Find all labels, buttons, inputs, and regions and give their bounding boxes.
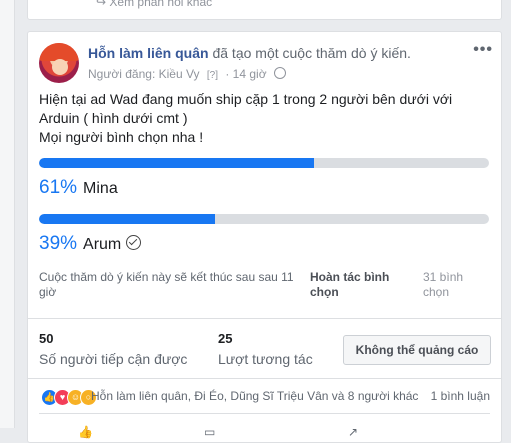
- divider: [39, 413, 490, 414]
- post-time[interactable]: 14 giờ: [233, 67, 267, 81]
- divider: [28, 318, 501, 319]
- post-body: Hiện tại ad Wad đang muốn ship cặp 1 tro…: [39, 90, 489, 147]
- like-action-icon[interactable]: 👍: [78, 425, 93, 439]
- page-avatar[interactable]: [39, 43, 79, 83]
- post-text-line: Arduin ( hình dưới cmt ): [39, 110, 188, 126]
- vote-count-line: chọn: [423, 285, 450, 299]
- page-name-link[interactable]: Hỗn làm liên quân: [88, 45, 209, 61]
- poll-option-name: Arum: [83, 236, 122, 253]
- poll-percent: 39%: [39, 233, 78, 254]
- avatar-face: [52, 59, 68, 75]
- poll-option-bar-arum[interactable]: [39, 214, 489, 224]
- boost-button[interactable]: Không thể quảng cáo: [343, 335, 491, 365]
- reactions-summary[interactable]: Hỗn làm liên quân, Đi Éo, Dũng Sĩ Triệu …: [91, 389, 418, 403]
- post-action-text: đã tạo một cuộc thăm dò ý kiến.: [212, 45, 411, 61]
- poll-option-name: Mina: [83, 180, 118, 197]
- poll-status-line: giờ: [39, 285, 57, 299]
- post-text-line: Hiện tại ad Wad đang muốn ship cặp 1 tro…: [39, 91, 453, 107]
- engagement-value: 25: [218, 331, 233, 346]
- engagement-label: Lượt tương tác: [218, 351, 313, 367]
- more-replies-link[interactable]: ↪ Xem phản hồi khác: [96, 0, 212, 9]
- posted-by-text: Người đăng: Kiều Vy: [88, 67, 200, 81]
- poll-percent: 61%: [39, 177, 78, 198]
- undo-vote-link[interactable]: Hoàn tác bình chọn: [310, 270, 389, 300]
- reach-value: 50: [39, 331, 54, 346]
- comment-action-icon[interactable]: ▭: [204, 425, 215, 439]
- post-meta: Người đăng: Kiều Vy [?] · 14 giờ: [88, 67, 286, 81]
- poll-status: Cuộc thăm dò ý kiến này sẽ kết thúc sau …: [39, 270, 294, 300]
- globe-icon: [273, 67, 286, 79]
- poll-bar-fill: [39, 158, 314, 168]
- poll-option-bar-mina[interactable]: [39, 158, 489, 168]
- post-text-line: Mọi người bình chọn nha !: [39, 129, 204, 145]
- undo-vote-line: Hoàn tác bình: [310, 270, 390, 284]
- separator-dot: ·: [225, 67, 230, 81]
- poll-bar-fill: [39, 214, 215, 224]
- poll-option-mina[interactable]: 61% Mina: [39, 177, 118, 199]
- left-sidebar-edge: [0, 0, 15, 428]
- more-options-icon[interactable]: •••: [473, 41, 493, 59]
- share-action-icon[interactable]: ↗: [348, 425, 358, 439]
- check-circle-icon: [126, 235, 142, 250]
- help-tag[interactable]: [?]: [207, 70, 218, 81]
- divider: [28, 378, 501, 379]
- vote-count[interactable]: 31 bình chọn: [423, 270, 463, 300]
- poll-status-line: Cuộc thăm dò ý kiến này sẽ kết thúc sau …: [39, 270, 294, 284]
- post-header: Hỗn làm liên quân đã tạo một cuộc thăm d…: [88, 45, 411, 61]
- vote-count-line: 31 bình: [423, 270, 464, 284]
- poll-post-card: Hỗn làm liên quân đã tạo một cuộc thăm d…: [27, 31, 502, 443]
- comment-count[interactable]: 1 bình luận: [431, 389, 490, 403]
- reach-label: Số người tiếp cận được: [39, 351, 188, 367]
- undo-vote-line: chọn: [310, 285, 339, 299]
- poll-option-arum[interactable]: 39% Arum: [39, 233, 142, 255]
- previous-post-card: ↪ Xem phản hồi khác: [27, 0, 502, 20]
